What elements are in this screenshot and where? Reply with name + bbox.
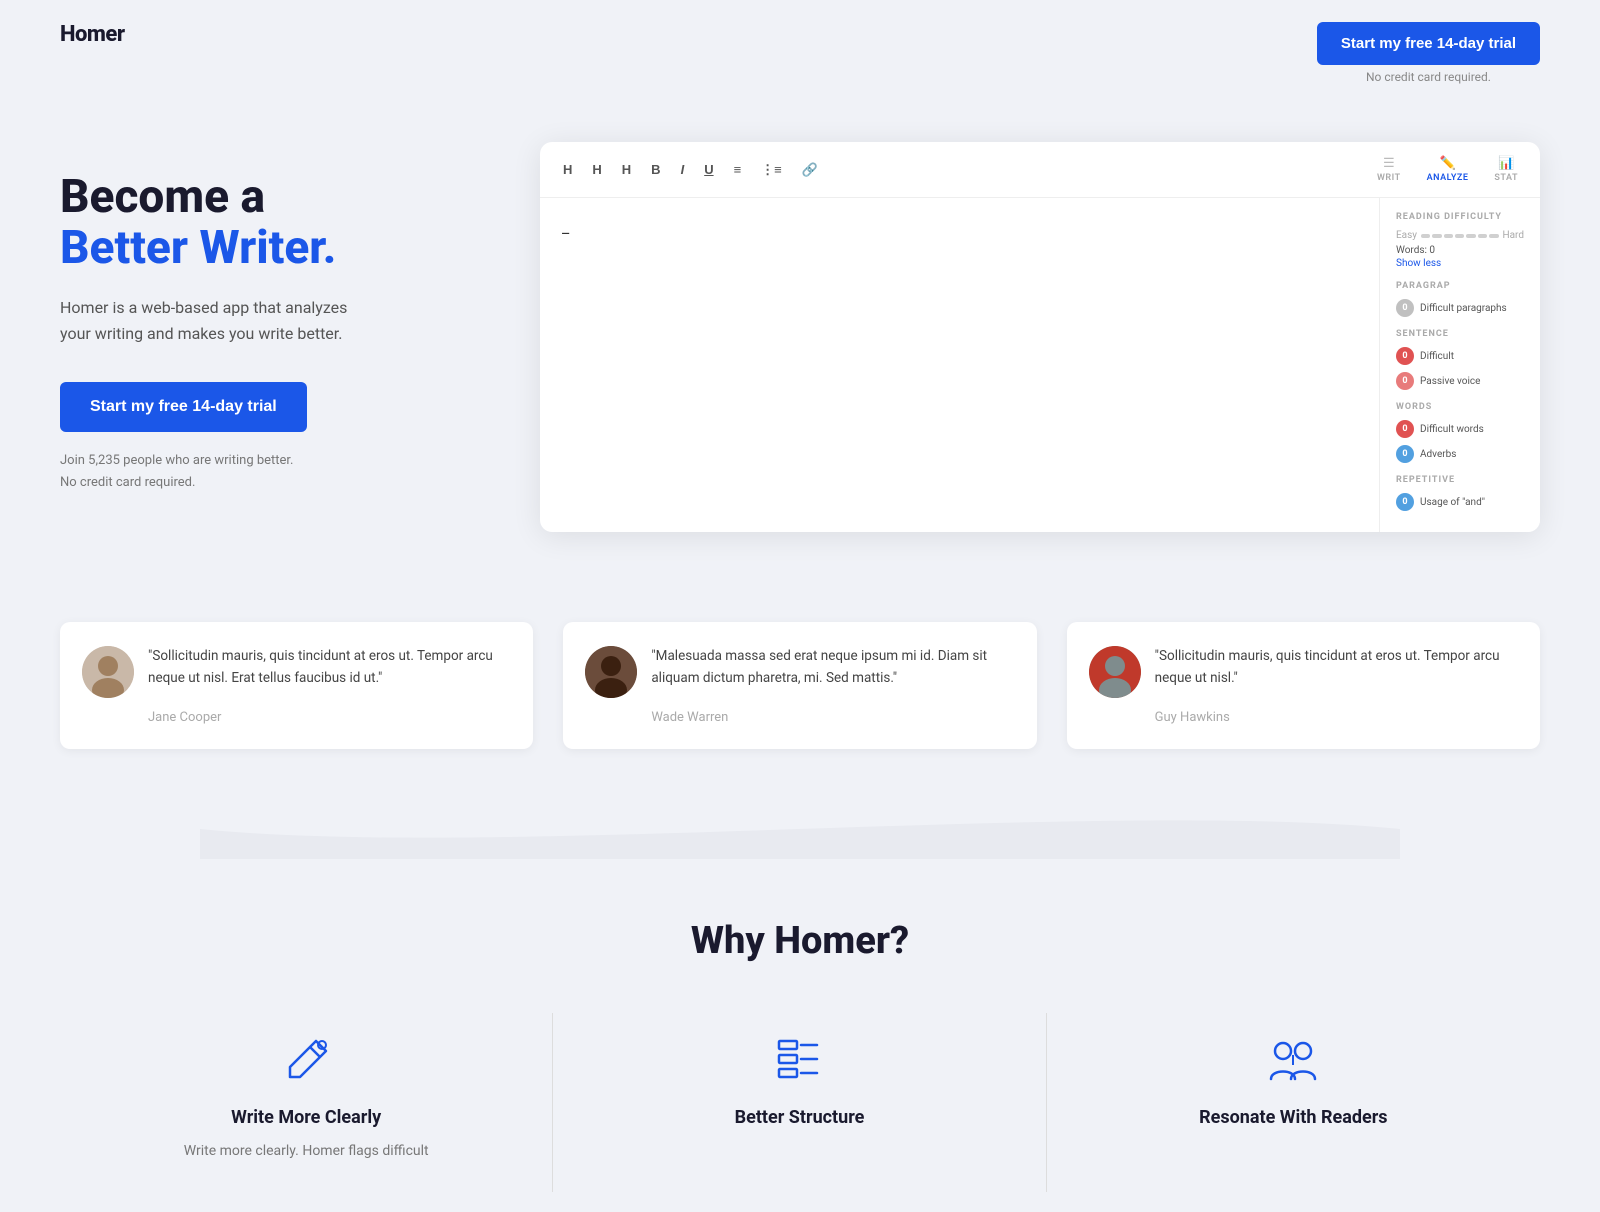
editor-tab-bar: ☰ WRIT ✏️ ANALYZE 📊 STAT [1373, 154, 1522, 185]
testimonial-3-content: "Sollicitudin mauris, quis tincidunt at … [1089, 646, 1518, 698]
toolbar-italic-button[interactable]: I [676, 159, 690, 180]
testimonial-1-name: Jane Cooper [148, 710, 511, 725]
words-section-label: WORDS [1396, 402, 1524, 412]
stat-row-usage-and: 0 Usage of "and" [1396, 493, 1524, 511]
feature-title-write-clearly: Write More Clearly [231, 1107, 381, 1128]
words-count: Words: 0 [1396, 245, 1524, 256]
feature-title-resonate: Resonate With Readers [1199, 1107, 1387, 1128]
write-icon: ☰ [1383, 156, 1395, 171]
editor-analyze-sidebar: READING DIFFICULTY Easy Hard Words: 0 [1380, 198, 1540, 532]
testimonial-3-quote: "Sollicitudin mauris, quis tincidunt at … [1155, 646, 1518, 689]
header-right: Start my free 14-day trial No credit car… [1317, 22, 1540, 84]
editor-card: H H H B I U ≡ ⋮≡ 🔗 ☰ WRIT ✏️ ANALYZE 📊 [540, 142, 1540, 532]
testimonials-section: "Sollicitudin mauris, quis tincidunt at … [0, 592, 1600, 799]
testimonial-1-content: "Sollicitudin mauris, quis tincidunt at … [82, 646, 511, 698]
stat-row-passive-voice: 0 Passive voice [1396, 372, 1524, 390]
feature-card-write-clearly: Write More Clearly Write more clearly. H… [60, 1013, 553, 1192]
testimonial-3-name: Guy Hawkins [1155, 710, 1518, 725]
hero-title-plain: Become a [60, 172, 480, 223]
tab-analyze[interactable]: ✏️ ANALYZE [1423, 154, 1473, 185]
toolbar-bold-button[interactable]: B [646, 159, 665, 180]
testimonials-grid: "Sollicitudin mauris, quis tincidunt at … [60, 622, 1540, 749]
stat-row-difficult: 0 Difficult [1396, 347, 1524, 365]
meter-hard-label: Hard [1502, 230, 1524, 241]
badge-difficult: 0 [1396, 347, 1414, 365]
toolbar-ol-button[interactable]: ⋮≡ [756, 159, 787, 181]
toolbar-h1-button[interactable]: H [558, 159, 577, 180]
testimonial-card-3: "Sollicitudin mauris, quis tincidunt at … [1067, 622, 1540, 749]
header-cta-button[interactable]: Start my free 14-day trial [1317, 22, 1540, 65]
stat-text-passive-voice: Passive voice [1420, 376, 1480, 387]
reading-difficulty-label: READING DIFFICULTY [1396, 212, 1524, 222]
toolbar-h2-button[interactable]: H [587, 159, 606, 180]
wave-divider [0, 799, 1600, 859]
why-title: Why Homer? [60, 919, 1540, 963]
tab-analyze-label: ANALYZE [1427, 173, 1469, 183]
badge-adverbs: 0 [1396, 445, 1414, 463]
tab-stat[interactable]: 📊 STAT [1490, 154, 1522, 185]
testimonial-card-2: "Malesuada massa sed erat neque ipsum mi… [563, 622, 1036, 749]
badge-usage-and: 0 [1396, 493, 1414, 511]
stat-row-difficult-words: 0 Difficult words [1396, 420, 1524, 438]
avatar-jane-cooper [82, 646, 134, 698]
tab-write[interactable]: ☰ WRIT [1373, 154, 1405, 185]
toolbar-list-button[interactable]: ≡ [729, 159, 747, 180]
meter-easy-label: Easy [1396, 230, 1417, 241]
stat-text-difficult-words: Difficult words [1420, 424, 1484, 435]
paragrap-label: PARAGRAP [1396, 281, 1524, 291]
editor-main[interactable]: _ [540, 198, 1380, 532]
stat-icon: 📊 [1498, 156, 1514, 171]
testimonial-2-quote: "Malesuada massa sed erat neque ipsum mi… [651, 646, 1014, 689]
toolbar-link-button[interactable]: 🔗 [797, 159, 823, 181]
editor-toolbar: H H H B I U ≡ ⋮≡ 🔗 ☰ WRIT ✏️ ANALYZE 📊 [540, 142, 1540, 198]
better-structure-icon [771, 1033, 827, 1089]
show-less-button[interactable]: Show less [1396, 258, 1524, 269]
hero-title-blue: Better Writer. [60, 223, 480, 274]
feature-card-resonate: Resonate With Readers [1047, 1013, 1540, 1192]
stat-text-usage-and: Usage of "and" [1420, 497, 1485, 508]
header: Homer Start my free 14-day trial No cred… [0, 0, 1600, 102]
hero-join-text: Join 5,235 people who are writing better… [60, 450, 480, 494]
features-grid: Write More Clearly Write more clearly. H… [60, 1013, 1540, 1192]
header-no-cc: No credit card required. [1366, 70, 1491, 84]
stat-row-difficult-paragraphs: 0 Difficult paragraphs [1396, 299, 1524, 317]
stat-row-adverbs: 0 Adverbs [1396, 445, 1524, 463]
badge-difficult-paragraphs: 0 [1396, 299, 1414, 317]
stat-text-difficult: Difficult [1420, 351, 1454, 362]
toolbar-underline-button[interactable]: U [699, 159, 718, 180]
hero-subtitle: Homer is a web-based app that analyzesyo… [60, 295, 480, 346]
feature-card-better-structure: Better Structure [553, 1013, 1046, 1192]
stat-text-adverbs: Adverbs [1420, 449, 1456, 460]
stat-text-difficult-paragraphs: Difficult paragraphs [1420, 303, 1507, 314]
badge-passive-voice: 0 [1396, 372, 1414, 390]
testimonial-2-content: "Malesuada massa sed erat neque ipsum mi… [585, 646, 1014, 698]
feature-title-better-structure: Better Structure [735, 1107, 865, 1128]
reading-difficulty-meter: Easy Hard [1396, 230, 1524, 241]
hero-left: Become a Better Writer. Homer is a web-b… [60, 142, 480, 495]
sentence-label: SENTENCE [1396, 329, 1524, 339]
repetitive-label: REPETITIVE [1396, 475, 1524, 485]
tab-stat-label: STAT [1494, 173, 1518, 183]
testimonial-1-quote: "Sollicitudin mauris, quis tincidunt at … [148, 646, 511, 689]
editor-body: _ READING DIFFICULTY Easy Ha [540, 198, 1540, 532]
testimonial-2-name: Wade Warren [651, 710, 1014, 725]
logo: Homer [60, 22, 125, 47]
editor-cursor: _ [562, 218, 569, 237]
toolbar-h3-button[interactable]: H [617, 159, 636, 180]
tab-write-label: WRIT [1377, 173, 1401, 183]
avatar-wade-warren [585, 646, 637, 698]
badge-difficult-words: 0 [1396, 420, 1414, 438]
why-homer-section: Why Homer? Write More Clearly Write more… [0, 859, 1600, 1212]
testimonial-card-1: "Sollicitudin mauris, quis tincidunt at … [60, 622, 533, 749]
resonate-icon [1265, 1033, 1321, 1089]
hero-cta-button[interactable]: Start my free 14-day trial [60, 382, 307, 432]
meter-bar [1421, 234, 1498, 238]
write-clearly-icon [278, 1033, 334, 1089]
hero-section: Become a Better Writer. Homer is a web-b… [0, 102, 1600, 592]
analyze-icon: ✏️ [1439, 156, 1455, 171]
feature-desc-write-clearly: Write more clearly. Homer flags difficul… [184, 1140, 429, 1162]
avatar-guy-hawkins [1089, 646, 1141, 698]
